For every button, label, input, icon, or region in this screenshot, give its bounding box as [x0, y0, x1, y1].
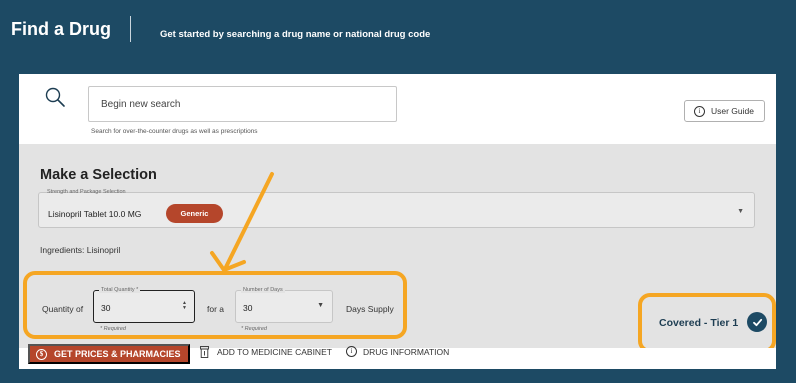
- info-icon: i: [694, 105, 705, 117]
- search-hint: Search for over-the-counter drugs as wel…: [91, 128, 258, 135]
- strength-label: Strength and Package Selection: [47, 189, 126, 195]
- ingredients-text: Ingredients: Lisinopril: [40, 245, 121, 255]
- search-input[interactable]: [88, 86, 397, 122]
- drug-information-label: DRUG INFORMATION: [363, 346, 450, 357]
- number-of-days-label: Number of Days: [241, 287, 285, 293]
- get-prices-label: GET PRICES & PHARMACIES: [54, 349, 181, 359]
- strength-value: Lisinopril Tablet 10.0 MG: [48, 209, 142, 219]
- number-of-days-value: 30: [243, 303, 253, 313]
- info-icon: i: [346, 346, 357, 357]
- strength-package-select[interactable]: Strength and Package Selection Lisinopri…: [38, 189, 755, 228]
- for-a-label: for a: [207, 304, 225, 314]
- search-icon[interactable]: [44, 86, 66, 108]
- total-quantity-value: 30: [101, 303, 111, 313]
- title-divider: [130, 16, 131, 42]
- add-to-cabinet-button[interactable]: ADD TO MEDICINE CABINET: [200, 346, 332, 358]
- cabinet-icon: [200, 346, 209, 358]
- app-subtitle: Get started by searching a drug name or …: [160, 29, 431, 40]
- search-area: Search for over-the-counter drugs as wel…: [19, 74, 776, 144]
- days-supply-label: Days Supply: [346, 304, 394, 314]
- price-icon: $: [36, 348, 47, 360]
- total-quantity-label: Total Quantity *: [99, 287, 141, 293]
- user-guide-label: User Guide: [711, 106, 754, 116]
- quantity-required-note: * Required: [100, 326, 126, 332]
- coverage-highlight: Covered - Tier 1: [638, 293, 776, 353]
- generic-badge: Generic: [166, 204, 223, 223]
- quantity-stepper[interactable]: ▲ ▼: [181, 301, 188, 311]
- coverage-status: Covered - Tier 1: [659, 317, 739, 329]
- check-icon: [747, 312, 767, 332]
- section-title: Make a Selection: [40, 167, 157, 183]
- stepper-down-icon[interactable]: ▼: [182, 306, 187, 311]
- get-prices-button[interactable]: $ GET PRICES & PHARMACIES: [28, 344, 190, 364]
- chevron-down-icon: ▼: [317, 302, 324, 309]
- add-to-cabinet-label: ADD TO MEDICINE CABINET: [217, 347, 332, 357]
- quantity-of-label: Quantity of: [42, 304, 84, 314]
- app-header: Find a Drug Get started by searching a d…: [0, 0, 796, 62]
- app-title: Find a Drug: [11, 19, 111, 39]
- chevron-down-icon: ▼: [737, 208, 744, 215]
- drug-information-link[interactable]: i DRUG INFORMATION: [346, 346, 449, 357]
- total-quantity-input[interactable]: Total Quantity * 30 ▲ ▼: [93, 287, 195, 323]
- days-required-note: * Required: [241, 326, 267, 332]
- user-guide-button[interactable]: i User Guide: [684, 100, 765, 122]
- number-of-days-select[interactable]: Number of Days 30 ▼: [235, 287, 333, 323]
